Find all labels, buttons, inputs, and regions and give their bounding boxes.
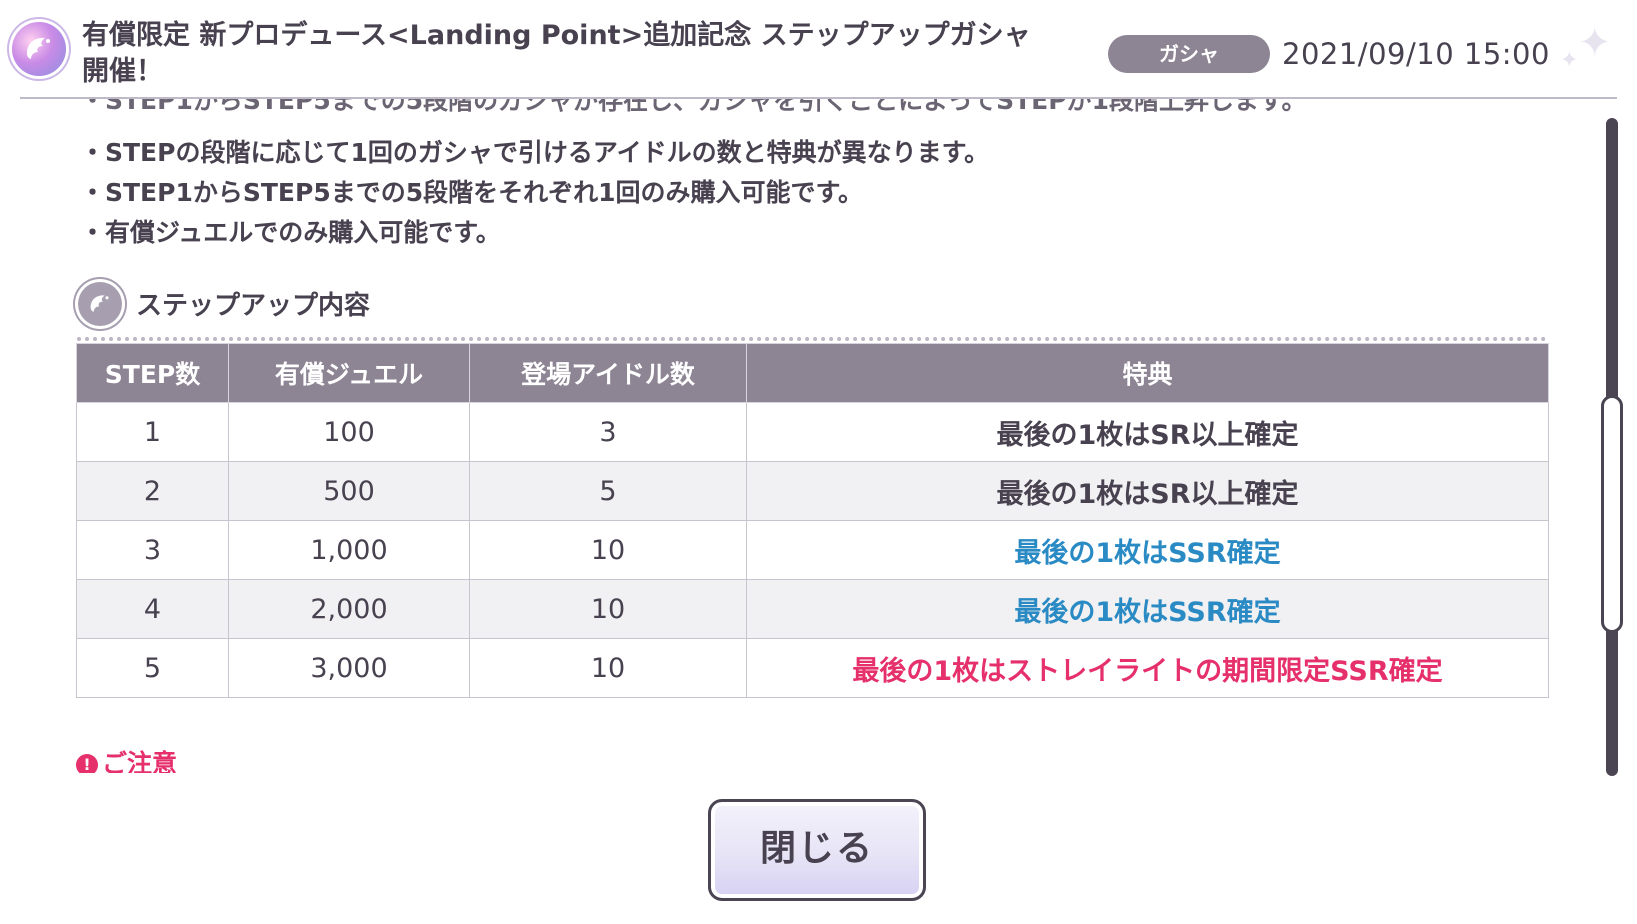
table-header-row: STEP数 有償ジュエル 登場アイドル数 特典	[76, 343, 1549, 403]
step-up-table: STEP数 有償ジュエル 登場アイドル数 特典 1 100 3 最後の1枚はSR…	[76, 343, 1549, 698]
cell-idols: 3	[469, 402, 747, 462]
cell-idols: 10	[469, 638, 747, 698]
cell-jewel: 3,000	[228, 638, 470, 698]
bullet-step-reward: ・STEPの段階に応じて1回のガシャで引けるアイドルの数と特典が異なります。	[80, 138, 990, 167]
table-row: 5 3,000 10 最後の1枚はストレイライトの期間限定SSR確定	[76, 638, 1549, 698]
dialog-header: 有償限定 新プロデュース<Landing Point>追加記念 ステップアップガ…	[0, 0, 1637, 99]
column-header-idols: 登場アイドル数	[469, 343, 747, 403]
wing-icon	[27, 37, 50, 59]
section-wing-icon	[78, 282, 122, 326]
cell-jewel: 500	[228, 461, 470, 521]
wing-icon	[90, 295, 109, 312]
cell-step: 5	[76, 638, 229, 698]
notice-title: 有償限定 新プロデュース<Landing Point>追加記念 ステップアップガ…	[82, 18, 1042, 90]
gacha-category-icon	[12, 22, 66, 76]
sparkle-icon: ✦	[1578, 20, 1612, 66]
bullet-step-cut-off: ・STEP1からSTEP5までの5段階のガシャが存在し、ガシャを引くことによって…	[80, 99, 1307, 115]
cell-perk: 最後の1枚はストレイライトの期間限定SSR確定	[746, 638, 1549, 698]
cell-idols: 10	[469, 579, 747, 639]
column-header-perk: 特典	[746, 343, 1549, 403]
notice-title-line2: 開催！	[82, 56, 163, 87]
sparkle-small-icon: ✦	[1560, 48, 1579, 73]
table-row: 3 1,000 10 最後の1枚はSSR確定	[76, 520, 1549, 580]
cell-jewel: 2,000	[228, 579, 470, 639]
column-header-step: STEP数	[76, 343, 229, 403]
cell-idols: 10	[469, 520, 747, 580]
notice-label: ご注意	[102, 749, 178, 773]
notice-body[interactable]: ・STEP1からSTEP5までの5段階のガシャが存在し、ガシャを引くことによって…	[0, 99, 1600, 773]
notice-date: 2021/09/10 15:00	[1282, 37, 1550, 71]
table-row: 1 100 3 最後の1枚はSR以上確定	[76, 402, 1549, 462]
notice-title-line1: 有償限定 新プロデュース<Landing Point>追加記念 ステップアップガ…	[82, 20, 1031, 51]
category-badge: ガシャ	[1108, 35, 1270, 73]
cell-jewel: 100	[228, 402, 470, 462]
cell-step: 2	[76, 461, 229, 521]
gacha-notice-dialog: 有償限定 新プロデュース<Landing Point>追加記念 ステップアップガ…	[0, 0, 1637, 924]
close-button-label: 閉じる	[759, 828, 874, 869]
table-row: 4 2,000 10 最後の1枚はSSR確定	[76, 579, 1549, 639]
scrollbar-thumb[interactable]	[1601, 395, 1623, 633]
cell-perk: 最後の1枚はSR以上確定	[746, 461, 1549, 521]
section-title: ステップアップ内容	[136, 291, 371, 321]
table-row: 2 500 5 最後の1枚はSR以上確定	[76, 461, 1549, 521]
cell-jewel: 1,000	[228, 520, 470, 580]
cell-step: 3	[76, 520, 229, 580]
exclamation-icon: !	[76, 754, 98, 773]
cell-perk: 最後の1枚はSSR確定	[746, 579, 1549, 639]
section-divider	[77, 337, 1547, 341]
notice-heading: ! ご注意	[76, 749, 177, 773]
bullet-purchase-limit: ・STEP1からSTEP5までの5段階をそれぞれ1回のみ購入可能です。	[80, 178, 864, 207]
cell-step: 1	[76, 402, 229, 462]
column-header-jewel: 有償ジュエル	[228, 343, 470, 403]
cell-perk: 最後の1枚はSR以上確定	[746, 402, 1549, 462]
cell-perk: 最後の1枚はSSR確定	[746, 520, 1549, 580]
cell-idols: 5	[469, 461, 747, 521]
bullet-paid-jewel-only: ・有償ジュエルでのみ購入可能です。	[80, 218, 501, 247]
cell-step: 4	[76, 579, 229, 639]
close-button[interactable]: 閉じる	[708, 799, 926, 901]
